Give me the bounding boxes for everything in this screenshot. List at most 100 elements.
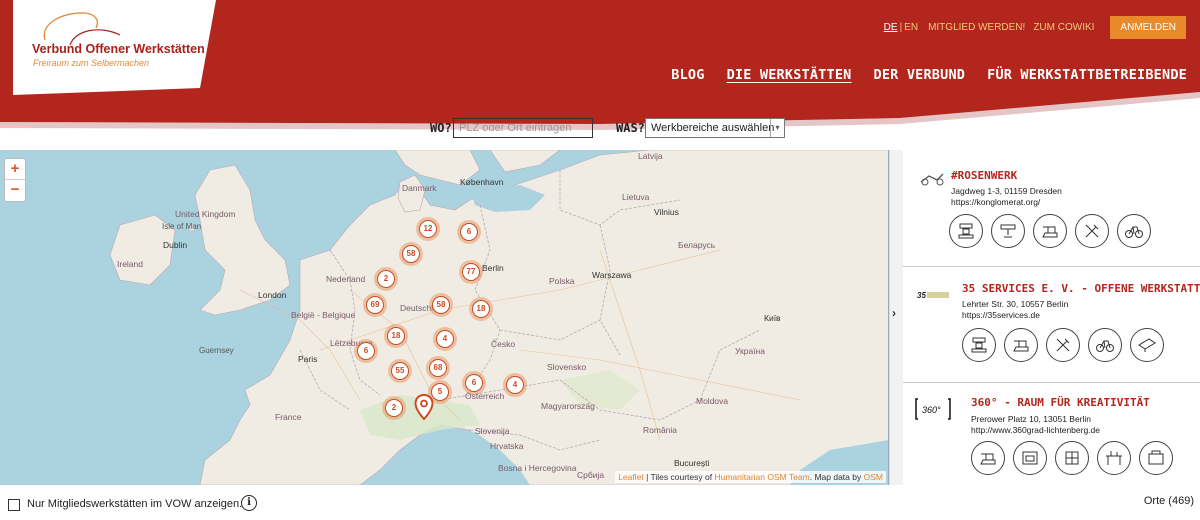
marker-cluster[interactable]: 6	[462, 371, 486, 395]
label-magyarorszag: Magyarország	[541, 401, 595, 411]
tools-icon	[1075, 214, 1109, 248]
zoom-in-button[interactable]: +	[5, 159, 25, 180]
lang-en-link[interactable]: EN	[904, 22, 918, 33]
map-attribution: Leaflet | Tiles courtesy of Humanitarian…	[615, 471, 886, 483]
label-bosna: Bosna i Hercegovina	[498, 463, 577, 473]
nav-werkstaetten[interactable]: DIE WERKSTÄTTEN	[727, 67, 852, 83]
label-belarus: Беларусь	[678, 240, 716, 250]
svg-text:35: 35	[917, 291, 926, 300]
leaflet-link[interactable]: Leaflet	[618, 472, 644, 482]
machine-icon	[1139, 441, 1173, 475]
map[interactable]: Latvija København Danmark Lietuva Vilniu…	[0, 150, 889, 485]
map-pin-icon[interactable]	[414, 394, 434, 420]
label-srbija: Србија	[577, 470, 605, 480]
tools-icon	[1046, 328, 1080, 362]
chevron-right-icon[interactable]: ›	[892, 306, 896, 320]
workarea-icons	[949, 214, 1151, 248]
marker-cluster[interactable]: 55	[388, 359, 412, 383]
workshop-url[interactable]: http://www.360grad-lichtenberg.de	[971, 425, 1100, 435]
label-cesko: Česko	[491, 339, 516, 349]
workarea-select-value: Werkbereiche auswählen	[651, 122, 775, 134]
lang-de-link[interactable]: DE	[884, 22, 898, 33]
label-belgie: België - Belgique	[291, 310, 356, 320]
label-dublin: Dublin	[163, 240, 188, 250]
marker-cluster[interactable]: 68	[426, 356, 450, 380]
marker-cluster[interactable]: 18	[469, 297, 493, 321]
workshop-name[interactable]: 360° - RAUM FÜR KREATIVITÄT	[971, 396, 1150, 409]
workbench-icon	[1097, 441, 1131, 475]
attribution-data-text: . Map data by	[809, 472, 862, 482]
marker-cluster[interactable]: 69	[363, 293, 387, 317]
label-moldova: Moldova	[696, 396, 729, 406]
label-guernsey: Guernsey	[199, 346, 234, 355]
logo-subtitle: Freiraum zum Selbermachen	[33, 58, 150, 68]
label-slovensko: Slovensko	[547, 362, 587, 372]
list-toggle[interactable]: ›	[889, 150, 903, 485]
svg-text:360°: 360°	[922, 405, 941, 415]
workshop-name[interactable]: #ROSENWERK	[951, 169, 1017, 182]
label-nederland: Nederland	[326, 274, 366, 284]
workshop-logo: 35	[917, 291, 949, 300]
marker-cluster[interactable]: 58	[429, 293, 453, 317]
sewing-machine-icon	[1033, 214, 1067, 248]
nav-blog[interactable]: BLOG	[671, 67, 704, 83]
3d-printer-icon	[949, 214, 983, 248]
marker-cluster[interactable]: 58	[399, 242, 423, 266]
marker-cluster[interactable]: 2	[374, 267, 398, 291]
bicycle-icon	[1088, 328, 1122, 362]
label-ukraina: Україна	[735, 346, 765, 356]
list-item[interactable]: #ROSENWERK Jagdweg 1-3, 01159 Dresden ht…	[903, 150, 1200, 267]
info-icon[interactable]: i	[241, 495, 257, 511]
label-romania: România	[643, 425, 678, 435]
workshop-list: #ROSENWERK Jagdweg 1-3, 01159 Dresden ht…	[903, 150, 1200, 485]
oven-icon	[1013, 441, 1047, 475]
label-paris: Paris	[298, 354, 318, 364]
label-hrvatska: Hrvatska	[490, 441, 524, 451]
marker-cluster[interactable]: 12	[416, 217, 440, 241]
logo[interactable]: Verbund Offener Werkstätten Freiraum zum…	[0, 0, 220, 95]
marker-cluster[interactable]: 77	[459, 260, 483, 284]
marker-cluster[interactable]: 4	[503, 373, 527, 397]
workshop-name[interactable]: 35 SERVICES E. V. - OFFENE WERKSTATT	[962, 282, 1200, 295]
attribution-tiles-text: | Tiles courtesy of	[646, 472, 713, 482]
osm-link[interactable]: OSM	[864, 472, 883, 482]
laser-cutter-icon	[991, 214, 1025, 248]
marker-cluster[interactable]: 2	[382, 396, 406, 420]
chevron-down-icon[interactable]: ▾	[770, 119, 784, 137]
marker-cluster[interactable]: 4	[433, 327, 457, 351]
zoom-out-button[interactable]: −	[5, 180, 25, 201]
login-button[interactable]: ANMELDEN	[1110, 16, 1186, 39]
workarea-select[interactable]: Werkbereiche auswählen ▾	[645, 118, 785, 138]
mitglied-werden-link[interactable]: MITGLIED WERDEN!	[928, 22, 1025, 33]
label-france: France	[275, 412, 302, 422]
hot-link[interactable]: Humanitarian OSM Team	[714, 472, 809, 482]
logo-title: Verbund Offener Werkstätten	[32, 42, 205, 56]
places-count: Orte (469)	[1143, 495, 1194, 507]
location-input[interactable]: PLZ oder Ort eintragen	[453, 118, 593, 138]
map-tiles	[0, 150, 888, 485]
marker-cluster[interactable]: 18	[384, 324, 408, 348]
workshop-address: Prerower Platz 10, 13051 Berlin	[971, 414, 1092, 424]
workshop-url[interactable]: https://35services.de	[962, 310, 1040, 320]
workshop-logo	[920, 173, 944, 186]
marker-cluster[interactable]: 6	[354, 339, 378, 363]
label-kyiv: Київ	[764, 313, 781, 323]
label-lietuva: Lietuva	[622, 192, 650, 202]
nav-werkstattbetreibende[interactable]: FÜR WERKSTATTBETREIBENDE	[987, 67, 1187, 83]
workshop-url[interactable]: https://konglomerat.org/	[951, 197, 1040, 207]
member-only-checkbox[interactable]	[8, 499, 20, 511]
label-uk: United Kingdom	[175, 209, 236, 219]
list-item[interactable]: 35 35 SERVICES E. V. - OFFENE WERKSTATT …	[903, 267, 1200, 383]
cowiki-link[interactable]: ZUM COWIKI	[1033, 22, 1094, 33]
label-slovenija: Slovenija	[475, 426, 510, 436]
marker-cluster[interactable]: 6	[457, 220, 481, 244]
label-ireland: Ireland	[117, 259, 143, 269]
list-item[interactable]: 360° 360° - RAUM FÜR KREATIVITÄT Prerowe…	[903, 383, 1200, 485]
nav-verbund[interactable]: DER VERBUND	[874, 67, 966, 83]
was-label: WAS?	[616, 121, 645, 135]
workshop-logo: 360°	[915, 398, 951, 420]
search-bar: WO? PLZ oder Ort eintragen WAS? Werkbere…	[0, 117, 1200, 141]
main-navigation: BLOG DIE WERKSTÄTTEN DER VERBUND FÜR WER…	[671, 67, 1187, 83]
member-only-label[interactable]: Nur Mitgliedswerkstätten im VOW anzeigen…	[27, 498, 242, 510]
label-bucuresti: București	[674, 458, 710, 468]
